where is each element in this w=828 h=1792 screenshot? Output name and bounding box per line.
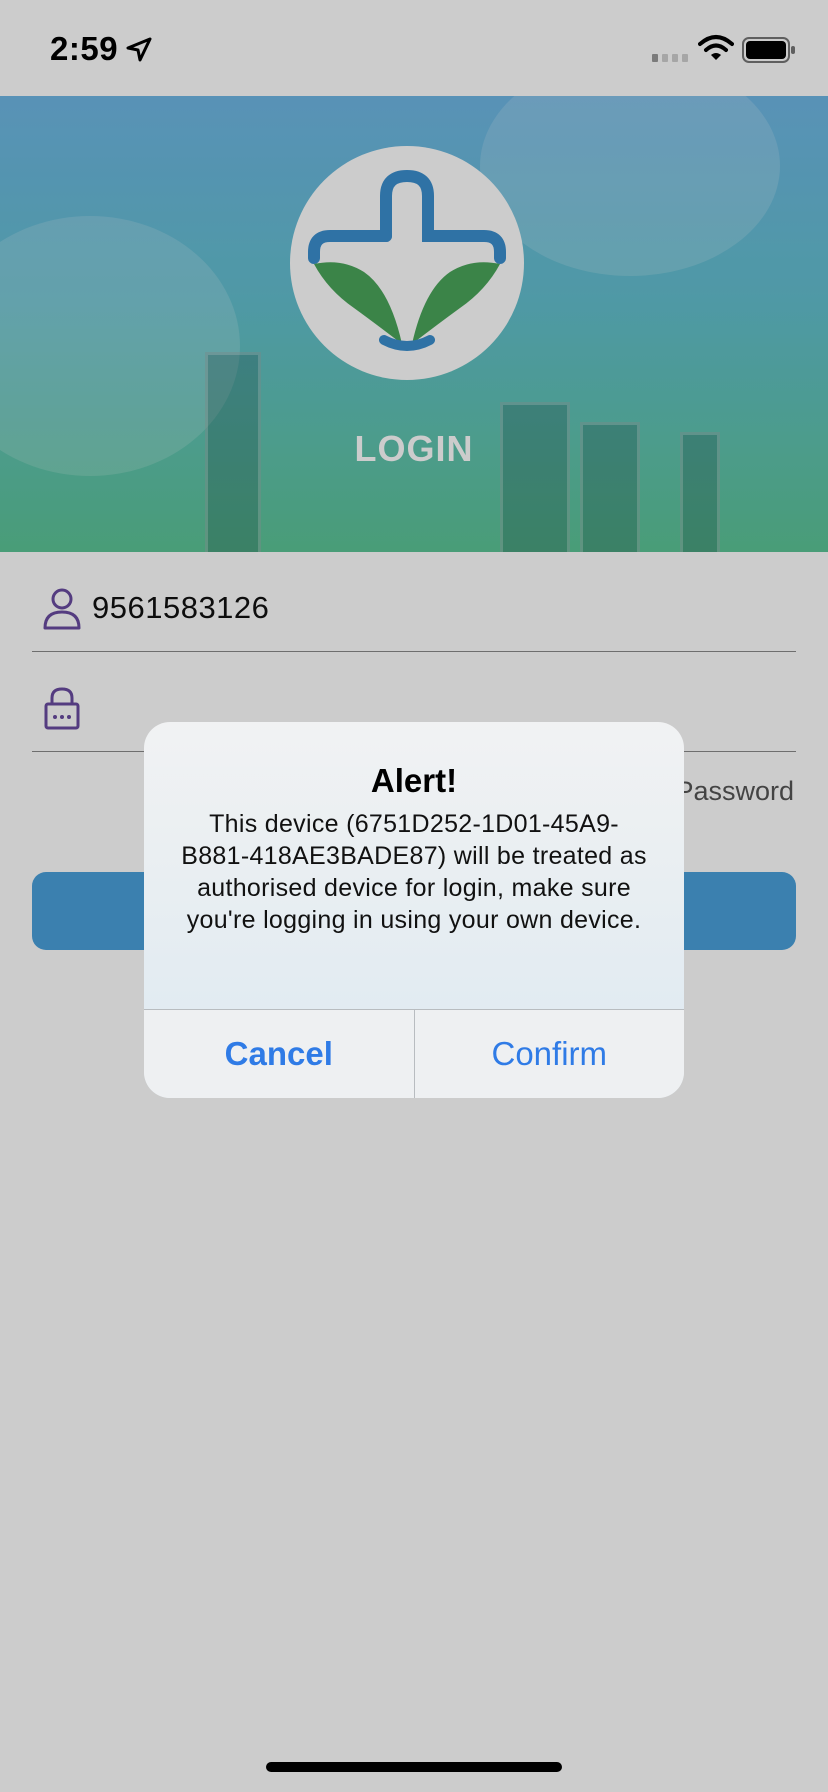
home-indicator[interactable] [266, 1762, 562, 1772]
confirm-button[interactable]: Confirm [415, 1010, 685, 1098]
alert-title: Alert! [370, 762, 458, 799]
alert-message: This device (6751D252-1D01-45A9-B881-418… [181, 810, 647, 934]
cancel-button[interactable]: Cancel [144, 1010, 415, 1098]
alert-actions: Cancel Confirm [144, 1009, 684, 1098]
alert-dialog: Alert! This device (6751D252-1D01-45A9-B… [144, 722, 684, 1098]
